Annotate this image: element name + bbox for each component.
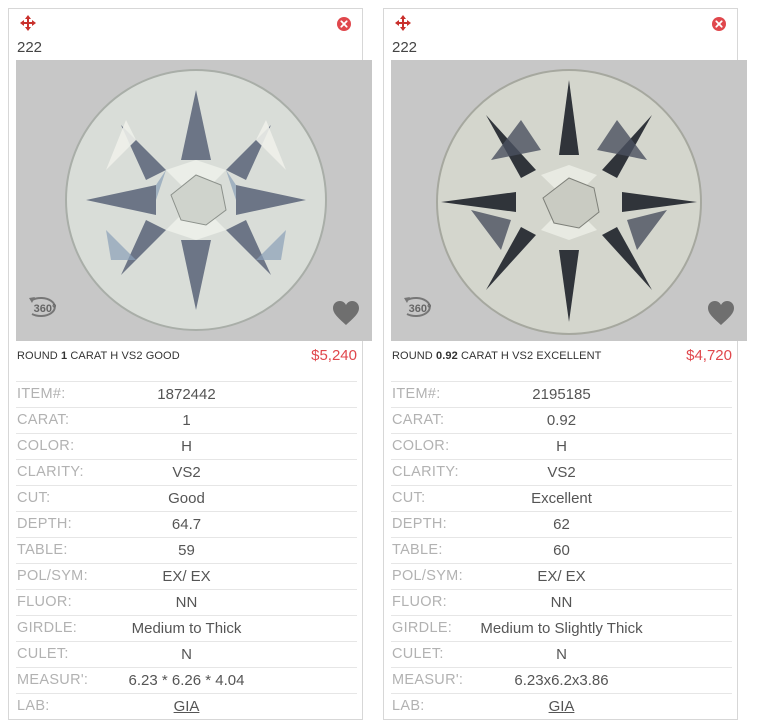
- spec-row-measurements: MEASUR': 6.23 * 6.26 * 4.04: [16, 667, 357, 693]
- heart-icon[interactable]: [707, 300, 735, 326]
- spec-row-cut: CUT: Excellent: [391, 485, 732, 511]
- spec-row-table: TABLE: 60: [391, 537, 732, 563]
- spec-value: EX/ EX: [537, 568, 586, 585]
- spec-value: H: [181, 438, 192, 455]
- spec-value: N: [556, 646, 567, 663]
- close-icon[interactable]: [337, 17, 351, 31]
- diamond-summary: ROUND 0.92 CARAT H VS2 EXCELLENT $4,720: [392, 347, 732, 369]
- spec-row-carat: CARAT: 1: [16, 407, 357, 433]
- spec-row-measurements: MEASUR': 6.23x6.2x3.86: [391, 667, 732, 693]
- spec-value: NN: [550, 594, 573, 611]
- diamond-description: ROUND 0.92 CARAT H VS2 EXCELLENT: [392, 350, 601, 362]
- spec-row-clarity: CLARITY: VS2: [391, 459, 732, 485]
- shape-label: ROUND: [17, 350, 58, 362]
- spec-value: H: [556, 438, 567, 455]
- diamond-image: [436, 69, 702, 335]
- close-icon[interactable]: [712, 17, 726, 31]
- svg-text:360°: 360°: [34, 303, 57, 315]
- card-number: 222: [392, 39, 418, 56]
- spec-row-table: TABLE: 59: [16, 537, 357, 563]
- spec-row-lab: LAB: GIA: [16, 693, 357, 719]
- spec-row-fluor: FLUOR: NN: [391, 589, 732, 615]
- spec-row-culet: CULET: N: [391, 641, 732, 667]
- spec-value: 60: [553, 542, 570, 559]
- spec-row-clarity: CLARITY: VS2: [16, 459, 357, 485]
- spec-row-culet: CULET: N: [16, 641, 357, 667]
- spec-row-item: ITEM#: 2195185: [391, 381, 732, 407]
- spec-value: Medium to Thick: [131, 620, 242, 637]
- spec-row-polsym: POL/SYM: EX/ EX: [391, 563, 732, 589]
- svg-text:360°: 360°: [409, 303, 432, 315]
- spec-value: 1872442: [157, 386, 216, 403]
- spec-value: 64.7: [171, 516, 202, 533]
- diamond-description: ROUND 1 CARAT H VS2 GOOD: [17, 350, 180, 362]
- card-number: 222: [17, 39, 43, 56]
- spec-row-carat: CARAT: 0.92: [391, 407, 732, 433]
- spec-table: ITEM#: 2195185 CARAT: 0.92 COLOR: H CLARITY…: [391, 381, 732, 719]
- shape-label: ROUND: [392, 350, 433, 362]
- description-rest: CARAT H VS2 GOOD: [70, 350, 180, 362]
- spec-row-girdle: GIRDLE: Medium to Thick: [16, 615, 357, 641]
- spec-table: ITEM#: 1872442 CARAT: 1 COLOR: H CLARITY: VS…: [16, 381, 357, 719]
- price: $4,720: [686, 347, 732, 364]
- lab-link[interactable]: GIA: [16, 698, 357, 715]
- carat-label: 0.92: [436, 350, 458, 362]
- spec-row-color: COLOR: H: [16, 433, 357, 459]
- spec-value: 62: [553, 516, 570, 533]
- diamond-photo: 360°: [16, 60, 372, 341]
- diamond-summary: ROUND 1 CARAT H VS2 GOOD $5,240: [17, 347, 357, 369]
- spec-row-polsym: POL/SYM: EX/ EX: [16, 563, 357, 589]
- spec-value: 6.23x6.2x3.86: [514, 672, 609, 689]
- spec-value: 2195185: [532, 386, 591, 403]
- spec-row-girdle: GIRDLE: Medium to Slightly Thick: [391, 615, 732, 641]
- spec-value: Good: [168, 490, 205, 507]
- spec-value: Excellent: [531, 490, 592, 507]
- spec-value: 1: [182, 412, 191, 429]
- spec-value: 0.92: [546, 412, 577, 429]
- spec-value: N: [181, 646, 192, 663]
- diamond-photo: 360°: [391, 60, 747, 341]
- heart-icon[interactable]: [332, 300, 360, 326]
- move-icon[interactable]: [20, 15, 36, 31]
- spec-row-item: ITEM#: 1872442: [16, 381, 357, 407]
- description-rest: CARAT H VS2 EXCELLENT: [460, 350, 602, 362]
- spec-value: VS2: [172, 464, 201, 481]
- spec-value: 6.23 * 6.26 * 4.04: [128, 672, 245, 689]
- carat-label: 1: [61, 350, 68, 362]
- diamond-image: [65, 69, 327, 331]
- spec-value: VS2: [547, 464, 576, 481]
- price: $5,240: [311, 347, 357, 364]
- spec-row-depth: DEPTH: 62: [391, 511, 732, 537]
- move-icon[interactable]: [395, 15, 411, 31]
- spec-row-lab: LAB: GIA: [391, 693, 732, 719]
- spec-value: NN: [175, 594, 198, 611]
- comparison-card-1: 222 360° ROUND 1 CARAT H VS2 GOOD $5,240…: [8, 8, 372, 720]
- spec-row-fluor: FLUOR: NN: [16, 589, 357, 615]
- spec-row-cut: CUT: Good: [16, 485, 357, 511]
- spec-value: 59: [178, 542, 195, 559]
- lab-link[interactable]: GIA: [391, 698, 732, 715]
- spec-value: EX/ EX: [162, 568, 211, 585]
- spec-value: Medium to Slightly Thick: [480, 620, 643, 637]
- 360-view-icon[interactable]: 360°: [401, 292, 437, 322]
- 360-view-icon[interactable]: 360°: [26, 292, 62, 322]
- comparison-card-2: 222 360° ROUND 0.92 CARAT H VS2 EXCELLEN…: [383, 8, 747, 720]
- spec-row-depth: DEPTH: 64.7: [16, 511, 357, 537]
- spec-row-color: COLOR: H: [391, 433, 732, 459]
